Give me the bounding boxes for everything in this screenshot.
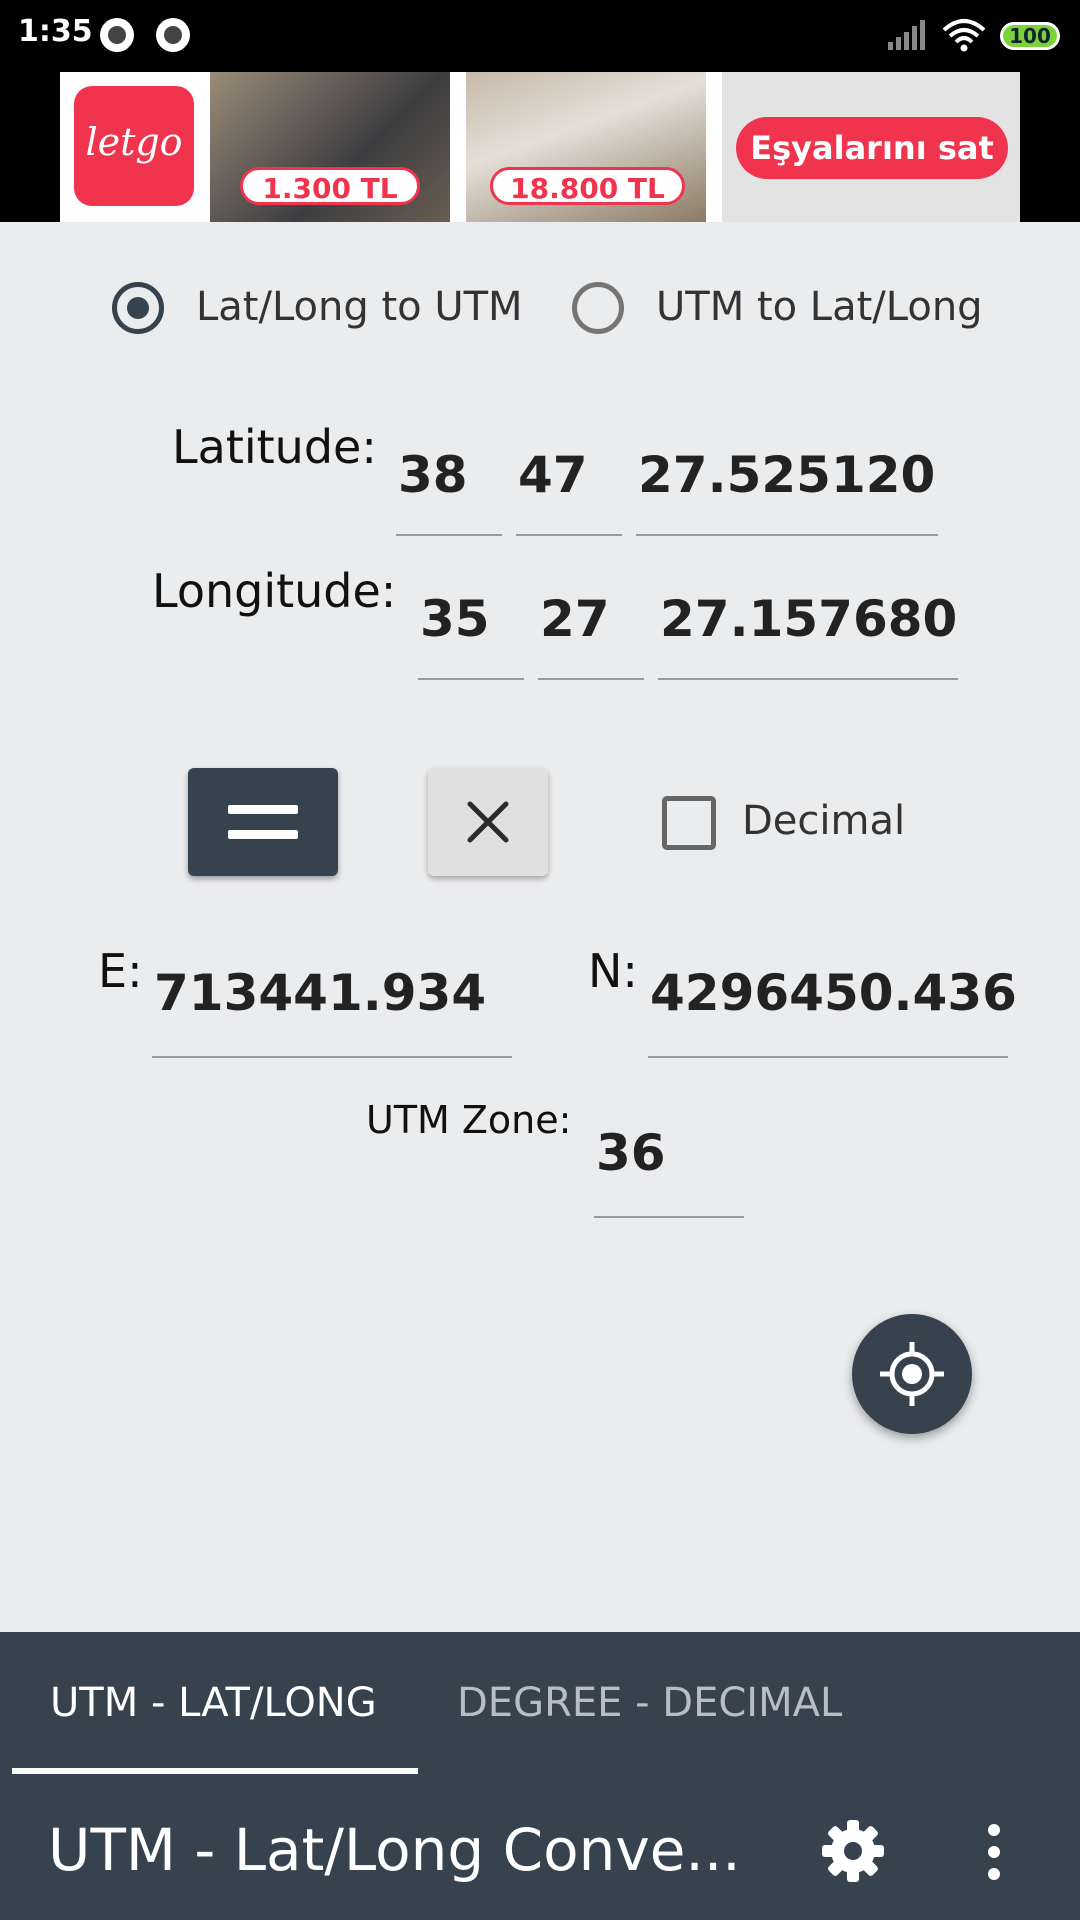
signal-icon — [888, 20, 925, 50]
radio-latlong-to-utm[interactable] — [112, 282, 164, 334]
longitude-minutes-input[interactable]: 27 — [538, 590, 644, 680]
more-vertical-icon[interactable] — [974, 1822, 1014, 1882]
decimal-label[interactable]: Decimal — [742, 798, 905, 844]
radio-latlong-to-utm-label[interactable]: Lat/Long to UTM — [196, 284, 523, 330]
notification-icon — [156, 18, 190, 52]
longitude-seconds-input[interactable]: 27.157680 — [658, 590, 958, 680]
ad-cta-button[interactable]: Eşyalarını sat — [736, 117, 1008, 179]
radio-utm-to-latlong[interactable] — [572, 282, 624, 334]
notification-icon — [100, 18, 134, 52]
decimal-checkbox[interactable] — [662, 796, 716, 850]
latitude-degrees-input[interactable]: 38 — [396, 446, 502, 536]
wifi-icon — [942, 19, 986, 52]
app-title: UTM - Lat/Long Conve... — [48, 1816, 741, 1884]
longitude-label: Longitude: — [152, 564, 397, 618]
latitude-seconds-input[interactable]: 27.525120 — [636, 446, 938, 536]
northing-field[interactable]: 4296450.436 — [648, 964, 1017, 1058]
latitude-label: Latitude: — [172, 420, 377, 474]
tab-degree-decimal[interactable]: DEGREE - DECIMAL — [457, 1680, 842, 1726]
easting-label: E: — [98, 944, 143, 998]
tab-utm-latlong[interactable]: UTM - LAT/LONG — [50, 1680, 377, 1726]
easting-field[interactable]: 713441.934 — [152, 964, 512, 1058]
locate-button[interactable] — [852, 1314, 972, 1434]
equals-icon — [228, 830, 298, 839]
equals-icon — [228, 805, 298, 814]
close-icon — [467, 801, 509, 843]
utm-zone-label: UTM Zone: — [366, 1098, 572, 1142]
ad-price-tag: 18.800 TL — [490, 167, 685, 205]
utm-zone-field[interactable]: 36 — [594, 1124, 744, 1218]
gps-target-icon — [880, 1342, 944, 1406]
tab-indicator — [12, 1768, 418, 1774]
radio-utm-to-latlong-label[interactable]: UTM to Lat/Long — [656, 284, 983, 330]
northing-label: N: — [588, 944, 638, 998]
battery-level: 100 — [1009, 24, 1051, 48]
convert-button[interactable] — [188, 768, 338, 876]
ad-banner[interactable]: letgo 1.300 TL 18.800 TL Eşyalarını sat — [60, 72, 1020, 222]
ad-logo-text: letgo — [85, 120, 183, 164]
gear-icon[interactable] — [820, 1818, 886, 1884]
ad-price-tag: 1.300 TL — [240, 167, 420, 205]
longitude-degrees-input[interactable]: 35 — [418, 590, 524, 680]
clear-button[interactable] — [428, 768, 548, 876]
status-time: 1:35 — [18, 14, 93, 49]
latitude-minutes-input[interactable]: 47 — [516, 446, 622, 536]
